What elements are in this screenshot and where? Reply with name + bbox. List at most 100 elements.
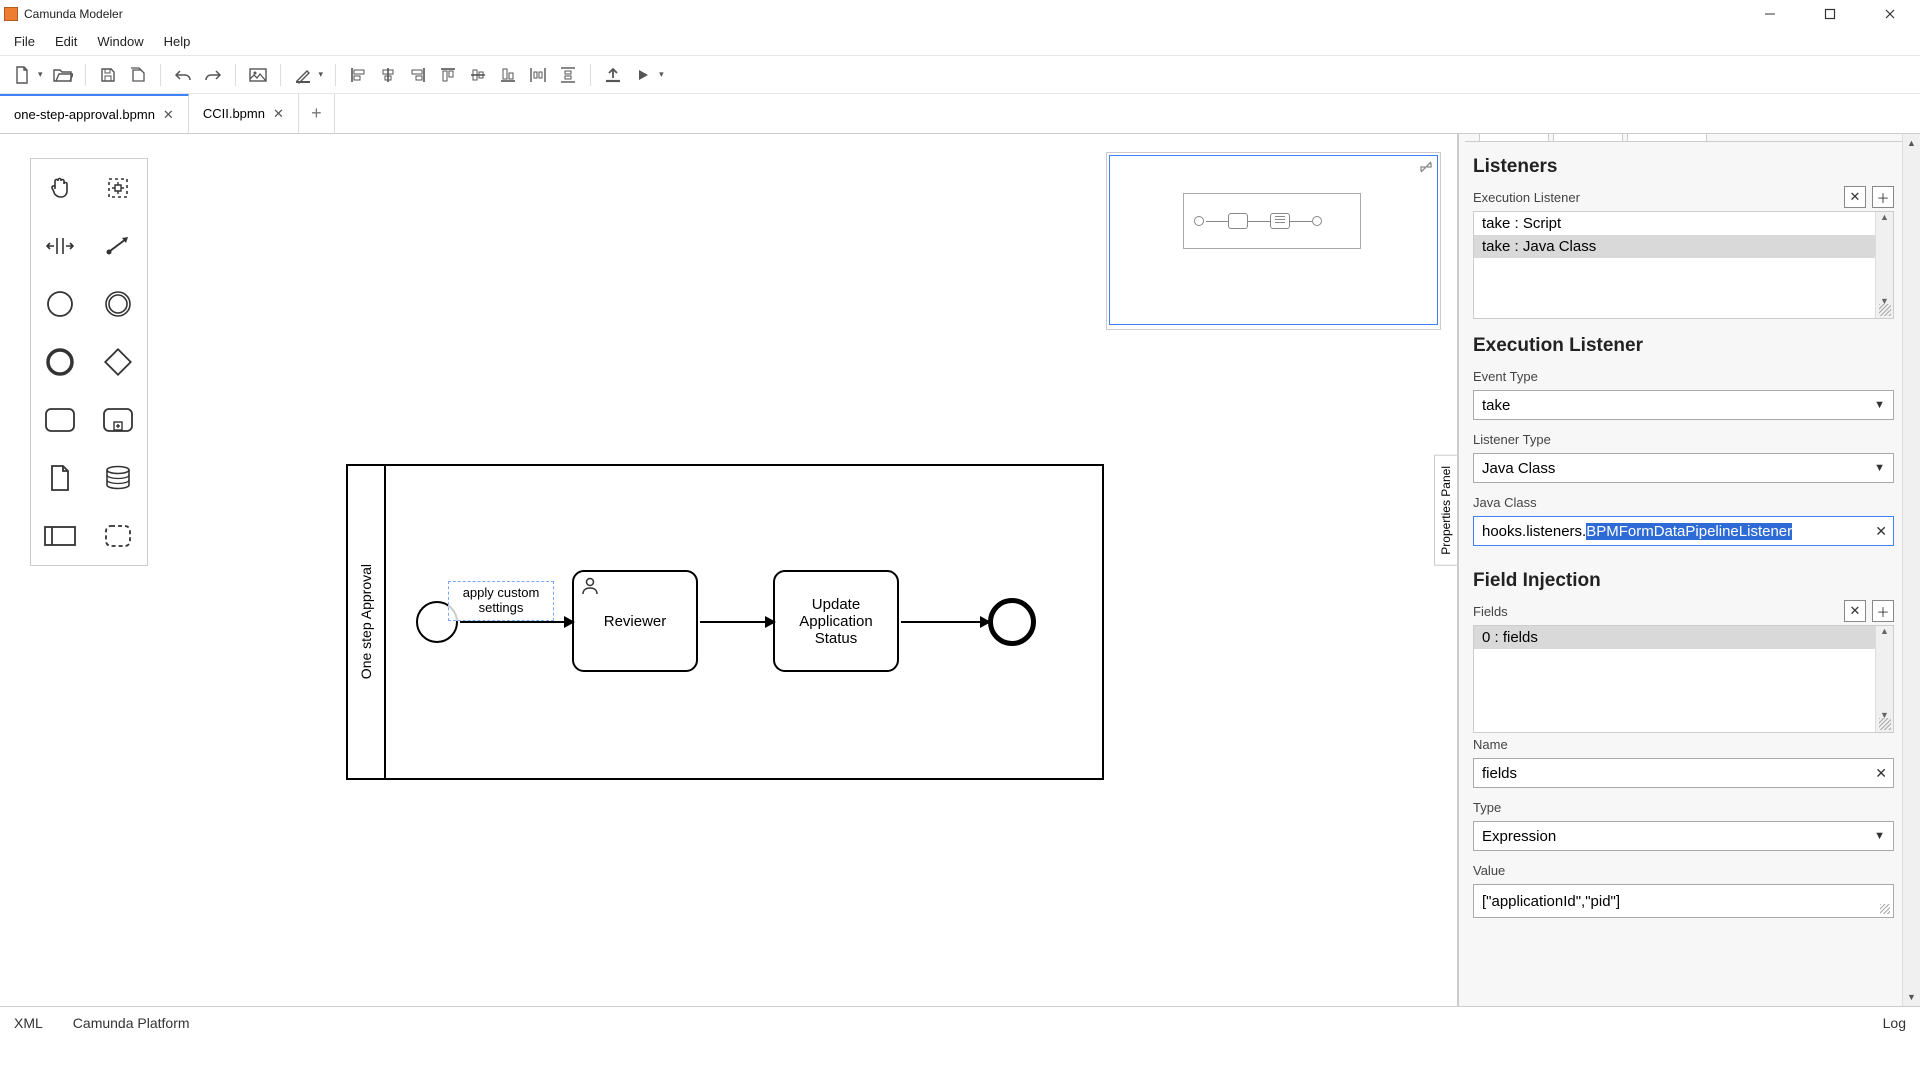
field-add-button[interactable]: ＋ (1872, 600, 1894, 622)
tab-file-1[interactable]: one-step-approval.bpmn ✕ (0, 94, 189, 133)
distribute-h-button[interactable] (524, 61, 552, 89)
task-label: UpdateApplicationStatus (799, 596, 872, 647)
window-maximize-button[interactable] (1800, 0, 1860, 28)
toolbar: ▾ ▾ ▾ (0, 56, 1920, 94)
sequence-label[interactable]: apply customsettings (448, 581, 554, 621)
run-dropdown[interactable]: ▾ (655, 69, 668, 80)
align-center-v-button[interactable] (464, 61, 492, 89)
listener-type-label: Listener Type (1459, 430, 1920, 451)
gateway-tool[interactable] (89, 333, 147, 391)
fields-listbox[interactable]: 0 : fields ▲▼ (1473, 625, 1894, 733)
clear-input-icon[interactable]: ✕ (1875, 765, 1887, 782)
tab-add-button[interactable]: + (299, 94, 335, 133)
listener-item[interactable]: take : Script (1474, 212, 1893, 235)
image-export-button[interactable] (244, 61, 272, 89)
save-all-button[interactable] (124, 61, 152, 89)
field-item[interactable]: 0 : fields (1474, 626, 1893, 649)
tab-file-2[interactable]: CCII.bpmn ✕ (189, 94, 299, 133)
status-log-button[interactable]: Log (1883, 1015, 1906, 1031)
undo-button[interactable] (169, 61, 197, 89)
field-type-select[interactable]: Expression▼ (1473, 821, 1894, 851)
save-button[interactable] (94, 61, 122, 89)
panel-scrollbar[interactable]: ▲▼ (1902, 134, 1920, 1006)
deploy-button[interactable] (599, 61, 627, 89)
pool-header[interactable]: One step Approval (348, 466, 386, 778)
task-update-status[interactable]: UpdateApplicationStatus (773, 570, 899, 672)
run-button[interactable] (629, 61, 657, 89)
window-title: Camunda Modeler (18, 7, 123, 21)
java-class-input[interactable]: hooks.listeners.BPMFormDataPipelineListe… (1473, 516, 1894, 546)
align-left-button[interactable] (344, 61, 372, 89)
resize-grip-icon[interactable] (1879, 718, 1891, 730)
task-label: Reviewer (604, 613, 667, 630)
task-tool[interactable] (31, 391, 89, 449)
redo-button[interactable] (199, 61, 227, 89)
status-platform-tab[interactable]: Camunda Platform (73, 1015, 190, 1031)
listener-item[interactable]: take : Java Class (1474, 235, 1893, 258)
end-event[interactable] (988, 598, 1036, 646)
properties-panel: ▲▼ Listeners Execution Listener ✕ ＋ take… (1458, 134, 1920, 1006)
listener-remove-button[interactable]: ✕ (1844, 186, 1866, 208)
hand-tool-button[interactable] (31, 159, 89, 217)
align-top-button[interactable] (434, 61, 462, 89)
space-tool-button[interactable] (31, 217, 89, 275)
field-name-input[interactable]: fields✕ (1473, 758, 1894, 788)
field-injection-section-title: Field Injection (1459, 556, 1920, 602)
statusbar: XML Camunda Platform Log (0, 1006, 1920, 1038)
menu-file[interactable]: File (4, 30, 45, 53)
diagram-canvas[interactable]: Properties Panel One step Approval apply… (0, 134, 1458, 1006)
bpmn-pool[interactable]: One step Approval apply customsettings R… (346, 464, 1104, 780)
listener-add-button[interactable]: ＋ (1872, 186, 1894, 208)
data-object-tool[interactable] (31, 449, 89, 507)
titlebar: Camunda Modeler (0, 0, 1920, 28)
color-button[interactable] (289, 61, 317, 89)
minimap[interactable] (1106, 152, 1441, 330)
new-file-dropdown[interactable]: ▾ (34, 69, 47, 80)
align-center-h-button[interactable] (374, 61, 402, 89)
listeners-listbox[interactable]: take : Script take : Java Class ▲▼ (1473, 211, 1894, 319)
align-right-button[interactable] (404, 61, 432, 89)
menu-window[interactable]: Window (87, 30, 153, 53)
new-file-button[interactable] (8, 61, 36, 89)
event-type-label: Event Type (1459, 367, 1920, 388)
chevron-down-icon: ▼ (1874, 830, 1885, 842)
tool-palette (30, 158, 148, 566)
open-file-button[interactable] (49, 61, 77, 89)
java-class-label: Java Class (1459, 493, 1920, 514)
window-close-button[interactable] (1860, 0, 1920, 28)
resize-grip-icon[interactable] (1879, 304, 1891, 316)
menu-edit[interactable]: Edit (45, 30, 87, 53)
menu-help[interactable]: Help (154, 30, 201, 53)
intermediate-event-tool[interactable] (89, 275, 147, 333)
end-event-tool[interactable] (31, 333, 89, 391)
color-dropdown[interactable]: ▾ (315, 69, 328, 80)
start-event-tool[interactable] (31, 275, 89, 333)
sequence-flow-1[interactable] (460, 621, 573, 623)
field-type-label: Type (1459, 798, 1920, 819)
resize-grip-icon[interactable] (1880, 904, 1890, 914)
properties-panel-toggle[interactable]: Properties Panel (1434, 455, 1458, 566)
distribute-v-button[interactable] (554, 61, 582, 89)
clear-input-icon[interactable]: ✕ (1875, 523, 1887, 540)
field-value-input[interactable]: ["applicationId","pid"] (1473, 884, 1894, 918)
app-logo-icon (4, 7, 18, 21)
event-type-select[interactable]: take▼ (1473, 390, 1894, 420)
field-name-label: Name (1459, 735, 1920, 756)
sequence-flow-2[interactable] (700, 621, 774, 623)
data-store-tool[interactable] (89, 449, 147, 507)
tab-close-icon[interactable]: ✕ (273, 106, 284, 122)
connect-tool-button[interactable] (89, 217, 147, 275)
group-tool[interactable] (89, 507, 147, 565)
task-reviewer[interactable]: Reviewer (572, 570, 698, 672)
align-bottom-button[interactable] (494, 61, 522, 89)
listener-type-select[interactable]: Java Class▼ (1473, 453, 1894, 483)
field-remove-button[interactable]: ✕ (1844, 600, 1866, 622)
status-xml-tab[interactable]: XML (14, 1015, 43, 1031)
menubar: File Edit Window Help (0, 28, 1920, 56)
window-minimize-button[interactable] (1740, 0, 1800, 28)
sequence-flow-3[interactable] (901, 621, 989, 623)
lasso-tool-button[interactable] (89, 159, 147, 217)
subprocess-tool[interactable] (89, 391, 147, 449)
tab-close-icon[interactable]: ✕ (163, 107, 174, 123)
pool-tool[interactable] (31, 507, 89, 565)
